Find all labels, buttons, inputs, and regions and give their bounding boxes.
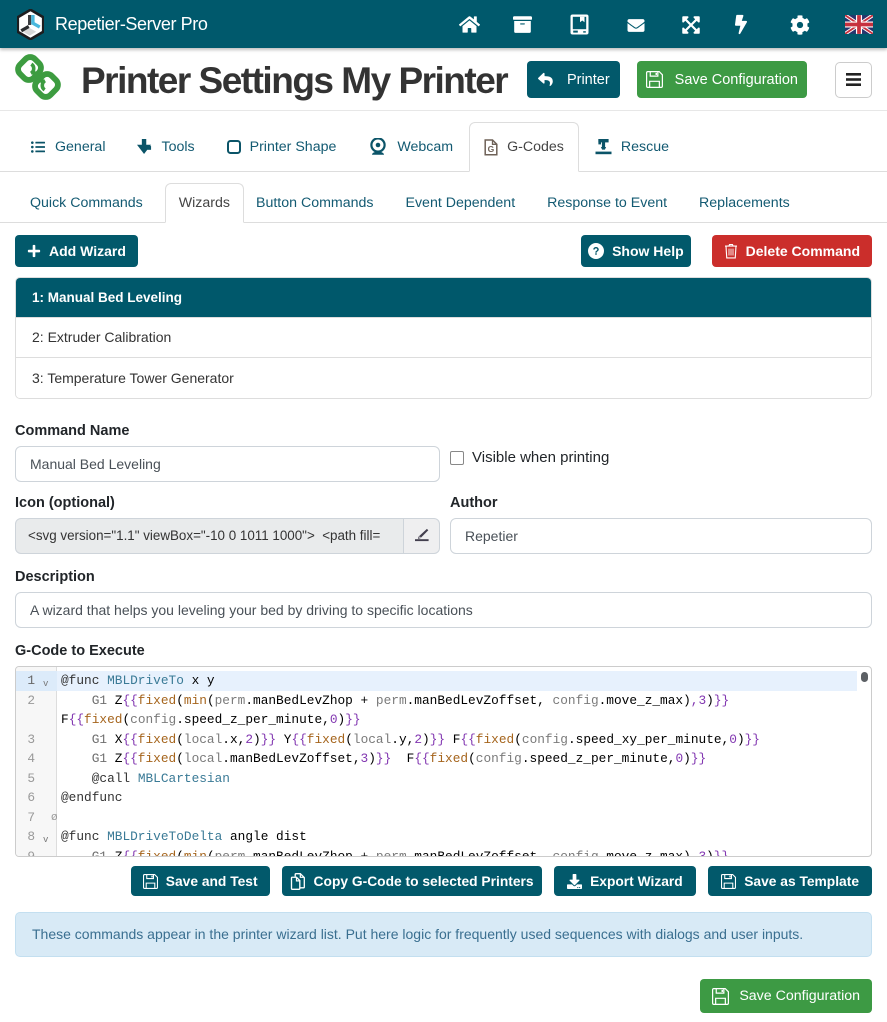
svg-text:G: G [488, 144, 495, 154]
